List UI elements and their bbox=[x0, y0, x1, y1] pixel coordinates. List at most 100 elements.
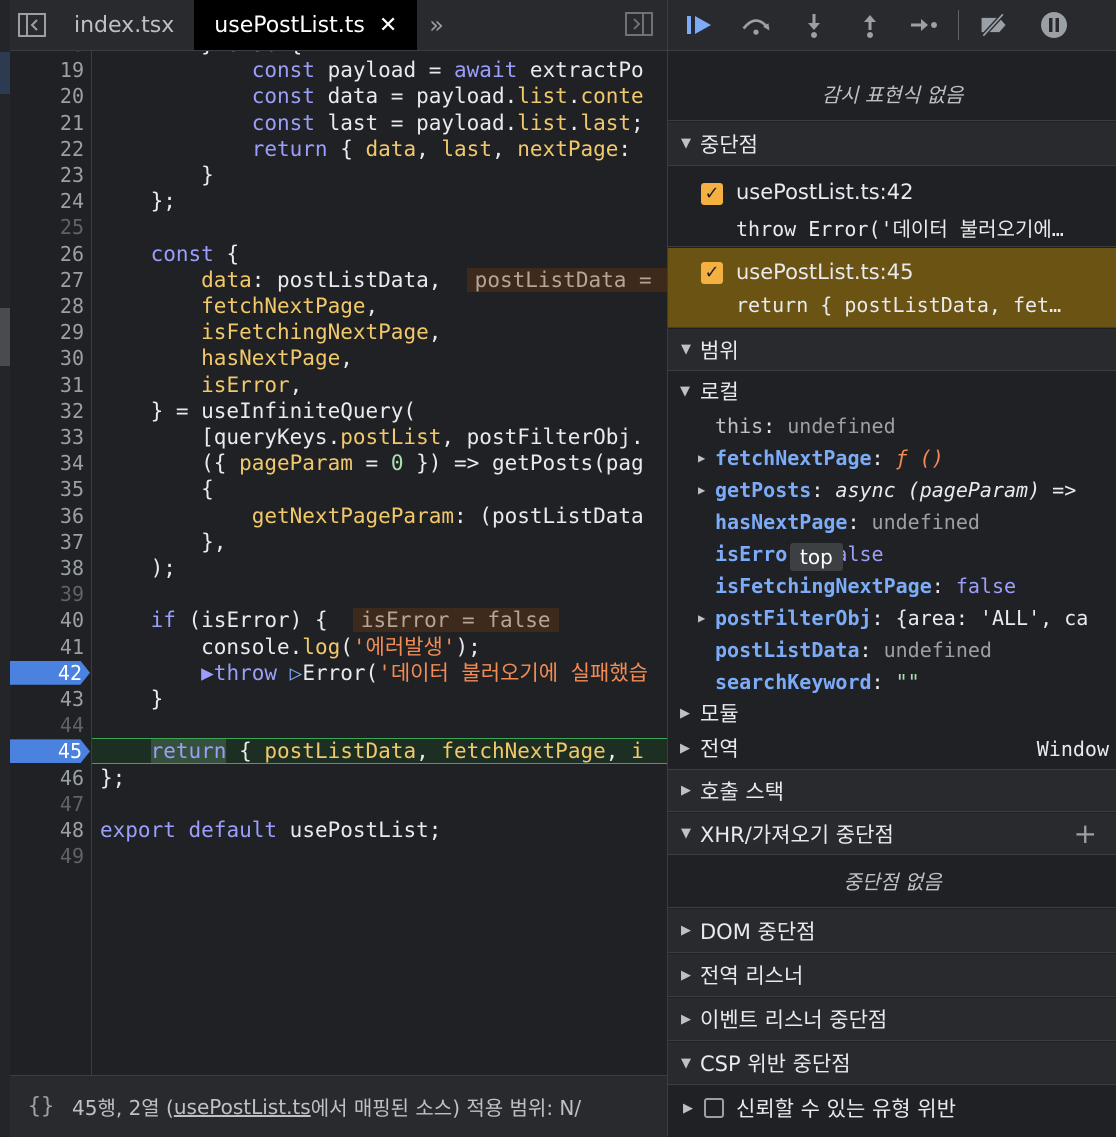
line-number[interactable]: 37 bbox=[10, 529, 84, 555]
scope-variable-hasNextPage[interactable]: hasNextPage: undefined bbox=[668, 506, 1116, 538]
code-line[interactable]: 27 data: postListData, postListData = bbox=[10, 267, 667, 293]
line-number[interactable]: 44 bbox=[10, 712, 84, 738]
close-tab-icon[interactable]: ✕ bbox=[379, 13, 397, 38]
step-into-icon[interactable] bbox=[798, 10, 830, 40]
breakpoints-section-header[interactable]: ▼ 중단점 bbox=[668, 122, 1116, 166]
more-tabs-icon[interactable]: » bbox=[417, 11, 456, 39]
code-line[interactable]: 22 return { data, last, nextPage: bbox=[10, 136, 667, 162]
tab-usepostlist-ts[interactable]: usePostList.ts ✕ bbox=[194, 0, 418, 50]
trusted-types-checkbox[interactable] bbox=[704, 1098, 724, 1118]
toggle-debugger-icon[interactable] bbox=[625, 12, 653, 40]
line-number[interactable]: 36 bbox=[10, 503, 84, 529]
dom-breakpoints-header[interactable]: ▶ DOM 중단점 bbox=[668, 909, 1116, 953]
code-line[interactable]: 36 getNextPageParam: (postListData bbox=[10, 503, 667, 529]
scope-variable-this[interactable]: this: undefined bbox=[668, 410, 1116, 442]
code-line[interactable]: 34 ({ pageParam = 0 }) => getPosts(pag bbox=[10, 450, 667, 476]
line-number[interactable]: 38 bbox=[10, 555, 84, 581]
line-number[interactable]: 27 bbox=[10, 267, 84, 293]
scope-variable-postListData[interactable]: postListData: undefined bbox=[668, 634, 1116, 666]
breakpoint-checkbox[interactable]: ✓ bbox=[701, 183, 723, 205]
left-panel-scrollbar[interactable] bbox=[0, 308, 10, 366]
line-number[interactable]: 19 bbox=[10, 57, 84, 83]
tab-index-tsx[interactable]: index.tsx bbox=[54, 0, 194, 50]
code-line[interactable]: 29 isFetchingNextPage, bbox=[10, 319, 667, 345]
line-number[interactable]: 39 bbox=[10, 581, 84, 607]
xhr-section-header[interactable]: ▼ XHR/가져오기 중단점 + bbox=[668, 813, 1116, 855]
trusted-types-row[interactable]: ▶ 신뢰할 수 있는 유형 위반 bbox=[668, 1086, 1116, 1130]
line-number[interactable]: 47 bbox=[10, 791, 84, 817]
code-line[interactable]: 30 hasNextPage, bbox=[10, 345, 667, 371]
code-line[interactable]: 25 bbox=[10, 214, 667, 240]
line-number[interactable]: 25 bbox=[10, 214, 84, 240]
breakpoint-checkbox[interactable]: ✓ bbox=[701, 262, 723, 284]
code-line[interactable]: 45 return { postListData, fetchNextPage,… bbox=[10, 738, 667, 764]
code-line[interactable]: 33 [queryKeys.postList, postFilterObj. bbox=[10, 424, 667, 450]
local-scope-header[interactable]: ▼ 로컬 bbox=[668, 376, 1116, 408]
line-number[interactable]: 46 bbox=[10, 765, 84, 791]
line-number[interactable]: 21 bbox=[10, 110, 84, 136]
step-over-icon[interactable] bbox=[740, 10, 772, 40]
code-line[interactable]: 47 bbox=[10, 791, 667, 817]
scope-variable-searchKeyword[interactable]: searchKeyword: "" bbox=[668, 666, 1116, 698]
line-number[interactable]: 30 bbox=[10, 345, 84, 371]
scope-variable-postFilterObj[interactable]: ▶ postFilterObj: {area: 'ALL', ca bbox=[668, 602, 1116, 634]
line-number[interactable]: 34 bbox=[10, 450, 84, 476]
deactivate-breakpoints-icon[interactable] bbox=[978, 10, 1010, 40]
line-number[interactable]: 22 bbox=[10, 136, 84, 162]
line-number[interactable]: 28 bbox=[10, 293, 84, 319]
step-icon[interactable] bbox=[908, 10, 940, 40]
code-line[interactable]: 19 const payload = await extractPo bbox=[10, 57, 667, 83]
line-number[interactable]: 32 bbox=[10, 398, 84, 424]
code-line[interactable]: 26 const { bbox=[10, 241, 667, 267]
breakpoint-marker[interactable]: 45 bbox=[10, 739, 90, 764]
code-line[interactable]: 42 ▶throw ▷Error('데이터 불러오기에 실패했습 bbox=[10, 660, 667, 686]
line-number[interactable]: 29 bbox=[10, 319, 84, 345]
breakpoint-marker[interactable]: 42 bbox=[10, 660, 90, 685]
code-line[interactable]: 31 isError, bbox=[10, 372, 667, 398]
line-number[interactable]: 26 bbox=[10, 241, 84, 267]
line-number[interactable]: 23 bbox=[10, 162, 84, 188]
event-listener-breakpoints-header[interactable]: ▶ 이벤트 리스너 중단점 bbox=[668, 998, 1116, 1041]
scope-variable-isFetchingNextPage[interactable]: isFetchingNextPage: false bbox=[668, 570, 1116, 602]
callstack-section-header[interactable]: ▶ 호출 스택 bbox=[668, 770, 1116, 812]
code-editor[interactable]: 18 } else {19 const payload = await extr… bbox=[10, 51, 667, 1075]
code-line[interactable]: 38 ); bbox=[10, 555, 667, 581]
line-number[interactable]: 35 bbox=[10, 476, 84, 502]
line-number[interactable]: 41 bbox=[10, 634, 84, 660]
pause-on-exceptions-icon[interactable] bbox=[1038, 10, 1070, 40]
code-line[interactable]: 48 export default usePostList; bbox=[10, 817, 667, 843]
global-scope-header[interactable]: ▶ 전역 Window bbox=[668, 733, 1116, 770]
module-scope-header[interactable]: ▶ 모듈 bbox=[668, 698, 1116, 730]
collapsed-triangle-icon[interactable]: ▶ bbox=[698, 602, 705, 634]
line-number[interactable]: 18 bbox=[10, 51, 84, 57]
scope-variable-getPosts[interactable]: ▶ getPosts: async (pageParam) => bbox=[668, 474, 1116, 506]
line-number[interactable]: 33 bbox=[10, 424, 84, 450]
line-number[interactable]: 43 bbox=[10, 686, 84, 712]
code-line[interactable]: 46}; bbox=[10, 765, 667, 791]
code-line[interactable]: 32 } = useInfiniteQuery( bbox=[10, 398, 667, 424]
global-listeners-header[interactable]: ▶ 전역 리스너 bbox=[668, 954, 1116, 997]
code-line[interactable]: 35 { bbox=[10, 476, 667, 502]
line-number[interactable]: 49 bbox=[10, 843, 84, 869]
code-line[interactable]: 41 console.log('에러발생'); bbox=[10, 634, 667, 660]
scope-variable-fetchNextPage[interactable]: ▶ fetchNextPage: ƒ () bbox=[668, 442, 1116, 474]
code-line[interactable]: 18 } else { bbox=[10, 51, 667, 57]
source-file-link[interactable]: usePostList.ts bbox=[174, 1095, 311, 1119]
code-line[interactable]: 21 const last = payload.list.last; bbox=[10, 110, 667, 136]
step-out-icon[interactable] bbox=[854, 10, 886, 40]
code-line[interactable]: 23 } bbox=[10, 162, 667, 188]
line-number[interactable]: 20 bbox=[10, 83, 84, 109]
code-line[interactable]: 49 bbox=[10, 843, 667, 869]
line-number[interactable]: 40 bbox=[10, 607, 84, 633]
line-number[interactable]: 31 bbox=[10, 372, 84, 398]
collapsed-triangle-icon[interactable]: ▶ bbox=[698, 442, 705, 474]
code-line[interactable]: 39 bbox=[10, 581, 667, 607]
scope-section-header[interactable]: ▼ 범위 bbox=[668, 329, 1116, 371]
line-number[interactable]: 24 bbox=[10, 188, 84, 214]
code-line[interactable]: 43 } bbox=[10, 686, 667, 712]
code-line[interactable]: 40 if (isError) { isError = false bbox=[10, 607, 667, 633]
add-xhr-breakpoint-button[interactable]: + bbox=[1074, 817, 1097, 850]
code-line[interactable]: 28 fetchNextPage, bbox=[10, 293, 667, 319]
resume-icon[interactable] bbox=[684, 10, 716, 40]
pretty-print-button[interactable]: {} bbox=[10, 1094, 72, 1119]
